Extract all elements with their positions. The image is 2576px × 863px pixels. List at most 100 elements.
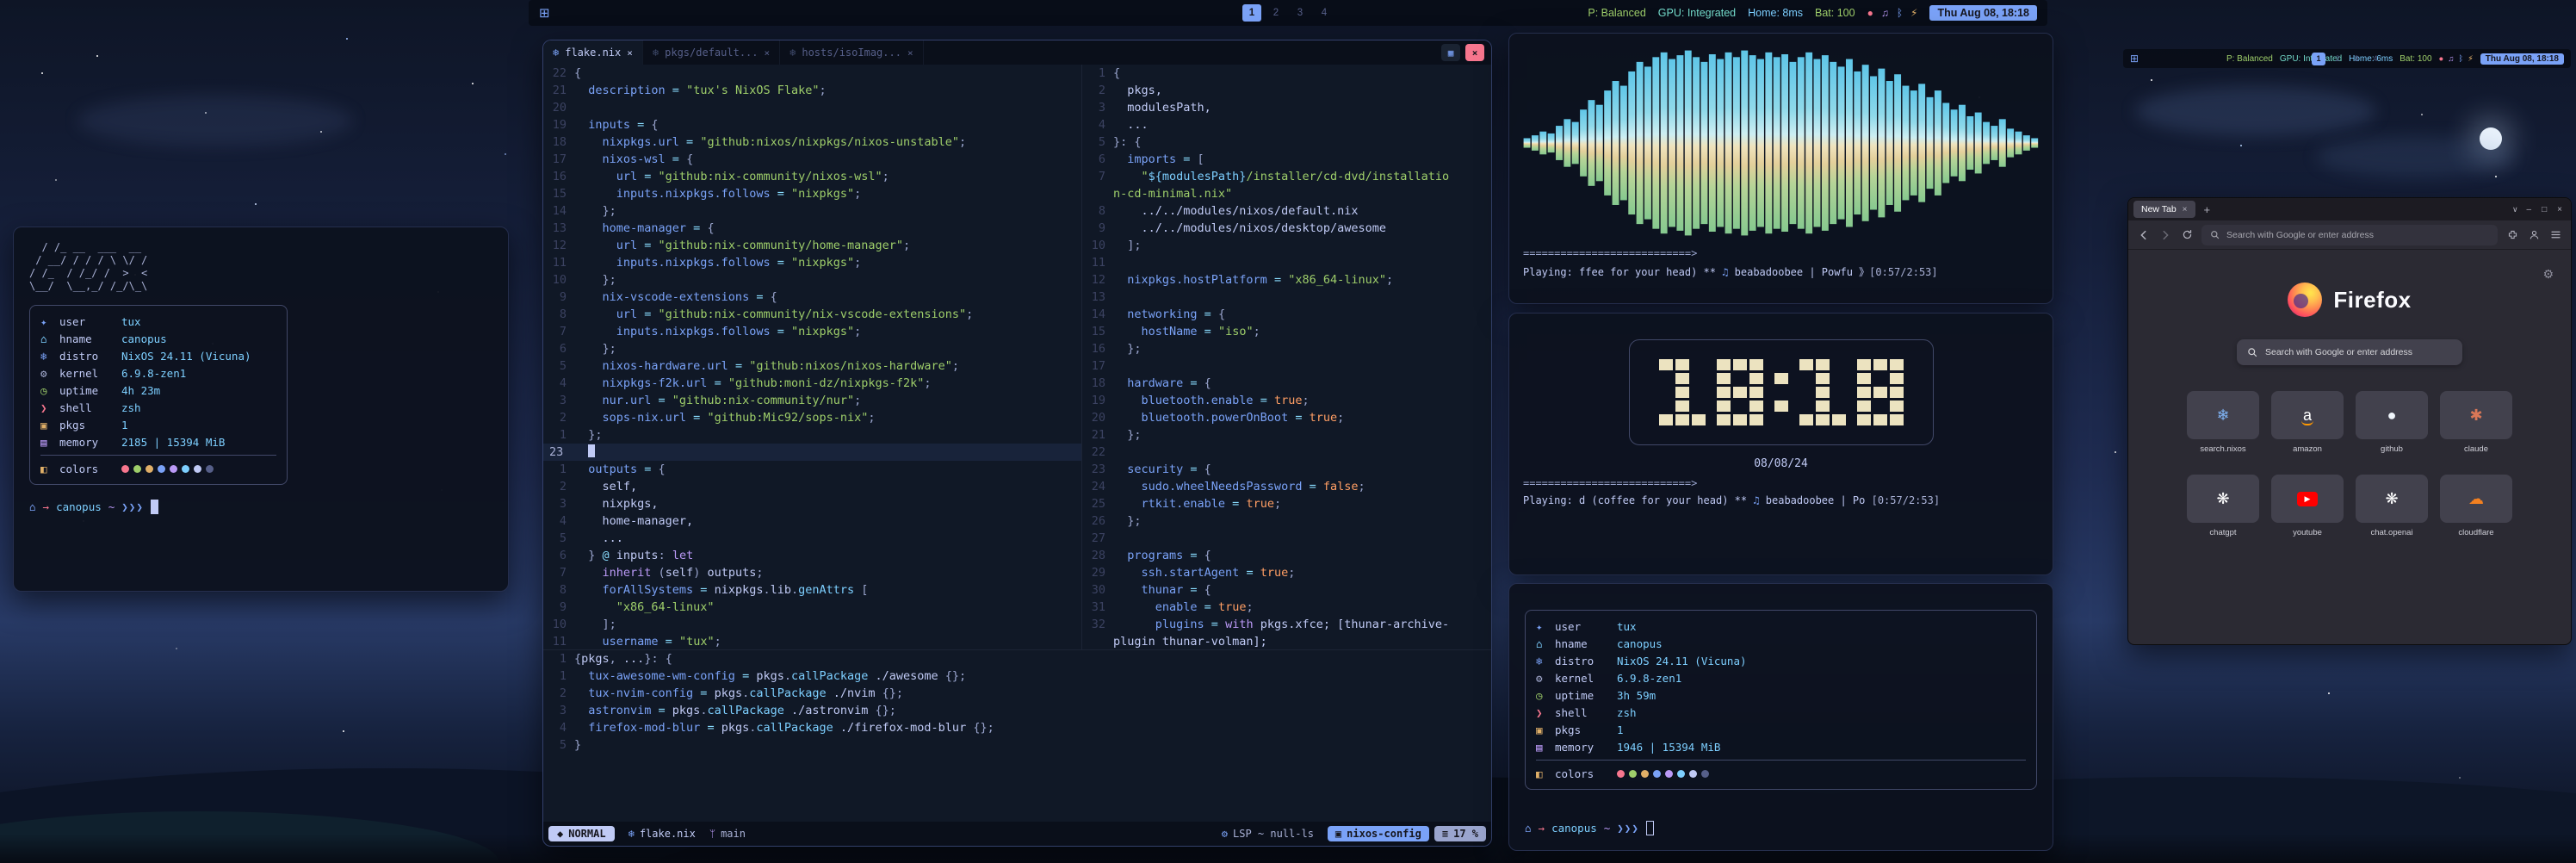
color-dot	[1641, 770, 1649, 778]
bar-module: GPU: Integrated	[1658, 7, 1736, 19]
bar-module: P: Balanced	[2226, 54, 2273, 64]
workspace-button-2[interactable]: 2	[1266, 4, 1285, 22]
workspace-button-4[interactable]: 4	[2369, 53, 2382, 65]
bluetooth-icon[interactable]: ᛒ	[2458, 54, 2463, 64]
fetch-row: ❯shellzsh	[40, 399, 276, 416]
power-icon[interactable]: ⚡	[1910, 7, 1917, 19]
bar-module: Bat: 100	[1815, 7, 1855, 19]
tab-close-icon[interactable]: ×	[765, 47, 771, 59]
back-icon[interactable]	[2137, 228, 2151, 242]
code-line: 23	[543, 444, 1081, 461]
close-button[interactable]: ×	[2557, 205, 2562, 214]
code-line: 9 ../../modules/nixos/desktop/awesome	[1082, 220, 1491, 237]
buffer-close-button[interactable]: ×	[1465, 44, 1484, 61]
shortcut-label: amazon	[2293, 444, 2322, 454]
editor-tab-hosts/isoImag...[interactable]: ❄hosts/isoImag...×	[780, 40, 923, 65]
code-line: 19 bluetooth.enable = true;	[1082, 392, 1491, 409]
shortcut-tile-amazon[interactable]: aamazon	[2271, 391, 2344, 454]
shortcut-tile-cloudflare[interactable]: ☁cloudflare	[2440, 475, 2512, 537]
hamburger-menu-icon[interactable]	[2548, 228, 2562, 242]
workspace-button-3[interactable]: 3	[1291, 4, 1310, 22]
account-icon[interactable]	[2527, 228, 2541, 242]
code-line: 3 nur.url = "github:nix-community/nur";	[543, 392, 1081, 409]
tab-close-icon[interactable]: ×	[2183, 205, 2188, 214]
music-progress: ===========================>	[1523, 247, 2039, 259]
clock-widget[interactable]: Thu Aug 08, 18:18	[2480, 53, 2564, 65]
minimize-button[interactable]: –	[2527, 205, 2532, 214]
uptime-icon: ◷	[1536, 687, 1555, 704]
code-line: 5}	[543, 736, 1491, 754]
clock-digit	[1659, 359, 1706, 425]
code-line: 11	[1082, 254, 1491, 271]
clock-window[interactable]: 08/08/24 ===========================> Pl…	[1508, 313, 2053, 575]
workspace-button-1[interactable]: 1	[1242, 4, 1261, 22]
color-dot	[170, 465, 177, 473]
tab-list-chevron-icon[interactable]: ∨	[2512, 205, 2518, 214]
code-line: 27	[1082, 530, 1491, 547]
shortcut-tile-chatgpt[interactable]: ❋chatgpt	[2187, 475, 2259, 537]
workspace-button-1[interactable]: 1	[2312, 53, 2325, 65]
workspace-button-3[interactable]: 3	[2350, 53, 2363, 65]
shell-prompt[interactable]: ⌂→canopus~❯❯❯	[1525, 820, 2037, 836]
project-badge: ▣nixos-config	[1328, 826, 1429, 841]
record-icon[interactable]: ●	[2439, 54, 2444, 64]
clock-widget[interactable]: Thu Aug 08, 18:18	[1929, 5, 2037, 21]
power-icon[interactable]: ⚡	[2468, 54, 2474, 64]
terminal-window-right[interactable]: ✦usertux⌂hnamecanopus❄distroNixOS 24.11 …	[1508, 583, 2053, 851]
code-line: 13	[1082, 289, 1491, 306]
shortcut-tile-claude[interactable]: ✱claude	[2440, 391, 2512, 454]
code-line: 2 pkgs,	[1082, 82, 1491, 99]
fetch-row: ✦usertux	[40, 313, 276, 330]
code-line: 18 nixpkgs.url = "github:nixos/nixpkgs/n…	[543, 133, 1081, 151]
buffer-picker-button[interactable]: ▦	[1441, 44, 1460, 61]
maximize-button[interactable]: □	[2542, 205, 2547, 214]
folder-icon: ▣	[1335, 828, 1341, 840]
shortcut-tile-search.nixos[interactable]: ❄search.nixos	[2187, 391, 2259, 454]
app-launcher-icon[interactable]: ⊞	[2130, 53, 2139, 65]
git-branch: ᛘmain	[703, 828, 752, 840]
workspace-button-2[interactable]: 2	[2331, 53, 2344, 65]
code-line: 29 ssh.startAgent = true;	[1082, 564, 1491, 581]
code-line: 22{	[543, 65, 1081, 82]
search-icon	[2247, 347, 2257, 357]
url-bar[interactable]: Search with Google or enter address	[2201, 225, 2498, 245]
new-tab-button[interactable]: +	[2201, 203, 2214, 216]
shortcut-tile-youtube[interactable]: ▶youtube	[2271, 475, 2344, 537]
editor-pane-right[interactable]: 1{2 pkgs,3 modulesPath,4 ...5}: {6 impor…	[1082, 65, 1491, 649]
fetch-row: ◷uptime3h 59m	[1536, 686, 2026, 704]
workspace-button-4[interactable]: 4	[1315, 4, 1334, 22]
tab-close-icon[interactable]: ×	[627, 47, 633, 59]
app-launcher-icon[interactable]: ⊞	[539, 5, 550, 21]
editor-pane-left[interactable]: 22{21 description = "tux's NixOS Flake";…	[543, 65, 1082, 649]
browser-tab[interactable]: New Tab ×	[2133, 201, 2195, 218]
shortcut-tile-chat.openai[interactable]: ❋chat.openai	[2356, 475, 2428, 537]
editor-tab-flake.nix[interactable]: ❄flake.nix×	[543, 40, 643, 65]
code-line: 8 url = "github:nix-community/nix-vscode…	[543, 306, 1081, 323]
bluetooth-icon[interactable]: ᛒ	[1897, 7, 1903, 19]
shortcut-label: github	[2381, 444, 2403, 454]
music-icon[interactable]: ♫	[2448, 54, 2454, 64]
editor-tab-pkgs/default...[interactable]: ❄pkgs/default...×	[643, 40, 780, 65]
extensions-puzzle-icon[interactable]	[2505, 228, 2519, 242]
shortcut-label: youtube	[2293, 528, 2322, 537]
firefox-window[interactable]: New Tab × + ∨ – □ × Search with Google or …	[2127, 197, 2572, 645]
shortcut-tile-github[interactable]: ●github	[2356, 391, 2428, 454]
ascii-art-logo: / /_ __ ___ __ / __/ / / / \ \/ / / /_ /…	[29, 241, 492, 293]
bar-modules: P: BalancedGPU: IntegratedHome: 8msBat: …	[1588, 7, 1855, 19]
editor-pane-bottom[interactable]: 1{pkgs, ...}: {1 tux-awesome-wm-config =…	[543, 650, 1491, 822]
forward-icon[interactable]	[2158, 228, 2172, 242]
code-line: 10 };	[543, 271, 1081, 289]
color-dot	[1629, 770, 1637, 778]
tab-close-icon[interactable]: ×	[907, 47, 913, 59]
home-search-input[interactable]: Search with Google or enter address	[2237, 339, 2462, 365]
terminal-window-left[interactable]: / /_ __ ___ __ / __/ / / / \ \/ / / /_ /…	[13, 227, 509, 592]
neovim-window[interactable]: ❄flake.nix×❄pkgs/default...×❄hosts/isoIm…	[542, 40, 1492, 847]
firefox-tabbar: New Tab × + ∨ – □ ×	[2128, 198, 2571, 220]
music-icon[interactable]: ♫	[1881, 7, 1889, 19]
refresh-icon[interactable]	[2180, 228, 2194, 242]
shell-prompt[interactable]: ⌂→canopus~❯❯❯	[29, 499, 492, 515]
gear-icon[interactable]: ⚙	[2542, 267, 2554, 282]
record-icon[interactable]: ●	[1867, 7, 1873, 19]
fetch-row: ▣pkgs1	[40, 416, 276, 433]
cava-window[interactable]: ===========================> Playing: ff…	[1508, 33, 2053, 304]
